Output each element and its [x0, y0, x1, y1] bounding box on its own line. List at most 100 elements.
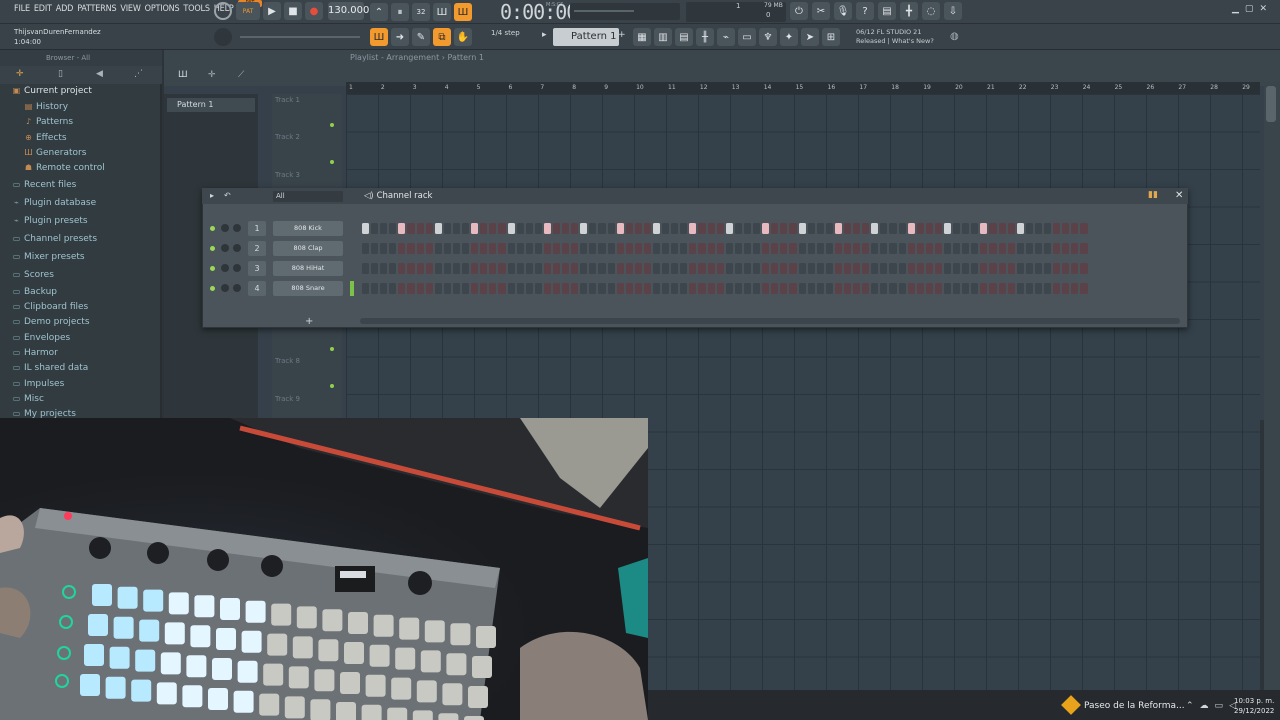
step-button[interactable]	[871, 283, 879, 294]
step-button[interactable]	[480, 283, 488, 294]
channel-mute-led[interactable]	[210, 286, 215, 291]
help-button[interactable]: ?	[856, 2, 874, 20]
step-button[interactable]	[907, 263, 915, 274]
snap-selector[interactable]: 1/4 step	[491, 29, 520, 37]
step-button[interactable]	[580, 283, 588, 294]
step-button[interactable]	[971, 223, 979, 234]
step-button[interactable]	[489, 243, 497, 254]
step-button[interactable]	[689, 283, 697, 294]
browser-item[interactable]: ♪ Patterns	[24, 117, 73, 127]
vertical-scrollbar[interactable]	[1264, 82, 1280, 704]
step-button[interactable]	[571, 263, 579, 274]
step-button[interactable]	[862, 263, 870, 274]
track-mute-led[interactable]	[330, 123, 334, 127]
step-button[interactable]	[671, 243, 679, 254]
menu-item-edit[interactable]: EDIT	[34, 4, 52, 14]
step-button[interactable]	[562, 243, 570, 254]
playlist-button[interactable]: ▦	[633, 28, 651, 46]
step-button[interactable]	[589, 263, 597, 274]
browser-item[interactable]: ▭ Scores	[12, 270, 54, 280]
step-button[interactable]	[407, 263, 415, 274]
step-button[interactable]	[398, 243, 406, 254]
step-button[interactable]	[707, 243, 715, 254]
step-button[interactable]	[816, 223, 824, 234]
rack-horizontal-scrollbar[interactable]	[360, 318, 1180, 324]
step-button[interactable]	[625, 283, 633, 294]
step-button[interactable]	[643, 243, 651, 254]
rack-menu-icon[interactable]: ▸	[210, 191, 214, 200]
channel-name-button[interactable]: 808 HiHat	[273, 261, 343, 276]
step-button[interactable]	[753, 243, 761, 254]
menu-item-file[interactable]: FILE	[14, 4, 30, 14]
step-button[interactable]	[743, 223, 752, 234]
step-button[interactable]	[407, 223, 415, 234]
step-button[interactable]	[862, 243, 870, 254]
step-button[interactable]	[980, 223, 988, 234]
browser-item[interactable]: ⊕ Effects	[24, 133, 66, 143]
step-button[interactable]	[716, 243, 724, 254]
browser-item[interactable]: ▭ Clipboard files	[12, 302, 89, 312]
cross-arrows-icon[interactable]: ✛	[208, 70, 216, 80]
step-button[interactable]	[616, 223, 624, 234]
step-button[interactable]	[1034, 243, 1043, 254]
step-button[interactable]	[1044, 263, 1052, 274]
step-button[interactable]	[934, 243, 942, 254]
step-button[interactable]	[598, 283, 606, 294]
step-button[interactable]	[725, 263, 733, 274]
channel-mixer-track[interactable]: 1	[248, 221, 266, 236]
step-button[interactable]	[680, 243, 688, 254]
blend-notes-button[interactable]: Ш	[433, 3, 451, 21]
step-button[interactable]	[462, 263, 470, 274]
step-button[interactable]	[898, 223, 906, 234]
step-button[interactable]	[543, 243, 551, 254]
step-button[interactable]	[589, 283, 597, 294]
step-button[interactable]	[853, 223, 861, 234]
taskbar-news-text[interactable]: Paseo de la Reforma...	[1084, 701, 1185, 711]
step-button[interactable]	[498, 263, 506, 274]
step-button[interactable]	[743, 283, 752, 294]
step-button[interactable]	[825, 283, 833, 294]
pattern-prev-icon[interactable]: ▸	[542, 30, 547, 40]
step-button[interactable]	[634, 243, 642, 254]
step-button[interactable]	[689, 243, 697, 254]
chevron-up-icon[interactable]: ⌃	[1186, 701, 1194, 711]
step-button[interactable]	[853, 243, 861, 254]
step-button[interactable]	[425, 263, 433, 274]
step-button[interactable]	[389, 263, 397, 274]
step-button[interactable]	[962, 263, 970, 274]
master-volume-knob-icon[interactable]	[214, 2, 232, 20]
step-button[interactable]	[798, 223, 806, 234]
step-button[interactable]	[653, 243, 661, 254]
waveform-icon[interactable]: ⋰	[134, 69, 143, 79]
step-button[interactable]	[371, 243, 379, 254]
track-name[interactable]: Track 9	[275, 395, 300, 403]
step-button[interactable]	[534, 283, 542, 294]
mixer-window-button[interactable]: ╫	[696, 28, 714, 46]
minimize-icon[interactable]: ▁	[1232, 4, 1239, 14]
step-button[interactable]	[571, 223, 579, 234]
step-button[interactable]	[607, 263, 615, 274]
step-button[interactable]	[1071, 243, 1079, 254]
step-button[interactable]	[825, 263, 833, 274]
menu-item-tools[interactable]: TOOLS	[183, 4, 210, 14]
step-button[interactable]	[362, 283, 370, 294]
step-button[interactable]	[562, 263, 570, 274]
browser-item[interactable]: ⌁ Plugin presets	[12, 216, 88, 226]
step-button[interactable]	[771, 223, 779, 234]
step-button[interactable]	[389, 243, 397, 254]
master-pitch-knob-icon[interactable]	[214, 28, 232, 46]
metronome-button[interactable]: ⌃	[370, 3, 388, 21]
step-button[interactable]	[898, 263, 906, 274]
step-button[interactable]	[580, 243, 588, 254]
step-button[interactable]	[834, 223, 842, 234]
step-button[interactable]	[671, 223, 679, 234]
step-button[interactable]	[516, 283, 524, 294]
browser-item[interactable]: ▭ Demo projects	[12, 317, 90, 327]
step-button[interactable]	[1053, 223, 1061, 234]
step-button[interactable]	[971, 243, 979, 254]
step-button[interactable]	[1053, 283, 1061, 294]
step-button[interactable]	[516, 243, 524, 254]
close-icon[interactable]: ✕	[1175, 190, 1183, 201]
track-name[interactable]: Track 1	[275, 96, 300, 104]
step-button[interactable]	[434, 223, 442, 234]
